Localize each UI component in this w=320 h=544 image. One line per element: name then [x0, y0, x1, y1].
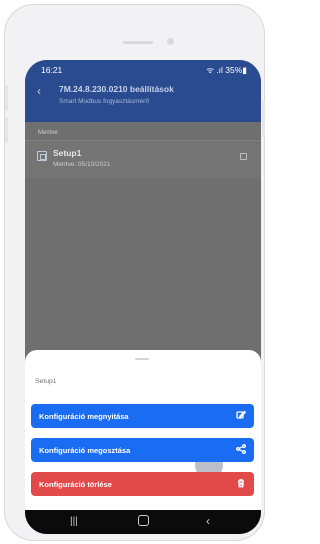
list-item-date: Mentve: 05/10/2021 [53, 161, 111, 168]
volume-down-button [5, 117, 8, 143]
edit-icon [236, 410, 247, 420]
sheet-drag-handle[interactable] [135, 358, 149, 360]
share-configuration-button[interactable]: Konfiguráció megosztása [31, 438, 254, 462]
sheet-title: Setup1 [35, 378, 57, 385]
front-camera [167, 38, 174, 45]
status-time: 16:21 [41, 65, 63, 75]
delete-configuration-button[interactable]: Konfiguráció törlése [31, 472, 254, 496]
recent-apps-icon[interactable]: ||| [70, 516, 78, 527]
phone-frame: 16:21 ᯤ .ıl 35%▮ ‹ 7M.24.8.230.0210 beál… [4, 4, 265, 541]
share-icon [236, 444, 246, 454]
item-menu-icon[interactable] [240, 153, 247, 160]
system-nav-bar: ||| ‹ [25, 510, 261, 534]
phone-screen: 16:21 ᯤ .ıl 35%▮ ‹ 7M.24.8.230.0210 beál… [25, 60, 261, 534]
divider [25, 140, 261, 141]
share-configuration-label: Konfiguráció megosztása [39, 446, 131, 455]
page-title: 7M.24.8.230.0210 beállítások [59, 84, 174, 94]
app-bar: ‹ 7M.24.8.230.0210 beállítások Smart Mod… [25, 78, 261, 122]
back-arrow-icon[interactable]: ‹ [37, 84, 41, 98]
bottom-sheet: Setup1 Konfiguráció megnyitása Konfigurá… [25, 350, 261, 510]
status-icons: ᯤ .ıl 35%▮ [206, 65, 247, 75]
list-item[interactable]: Setup1 Mentve: 05/10/2021 [25, 140, 261, 178]
open-configuration-button[interactable]: Konfiguráció megnyitása [31, 404, 254, 479]
list-item-name: Setup1 [53, 148, 82, 158]
power-button [262, 101, 265, 137]
earpiece-speaker [123, 41, 153, 44]
delete-configuration-label: Konfiguráció törlése [39, 480, 112, 489]
home-icon[interactable] [138, 515, 149, 526]
config-file-icon [37, 151, 47, 161]
section-label: Mentve [38, 130, 58, 136]
page-subtitle: Smart Modbus fogyasztásmérő [59, 98, 149, 105]
volume-up-button [5, 85, 8, 111]
open-configuration-label: Konfiguráció megnyitása [39, 412, 129, 421]
back-icon[interactable]: ‹ [206, 514, 210, 528]
trash-icon [236, 478, 246, 488]
status-bar: 16:21 ᯤ .ıl 35%▮ [25, 60, 261, 78]
